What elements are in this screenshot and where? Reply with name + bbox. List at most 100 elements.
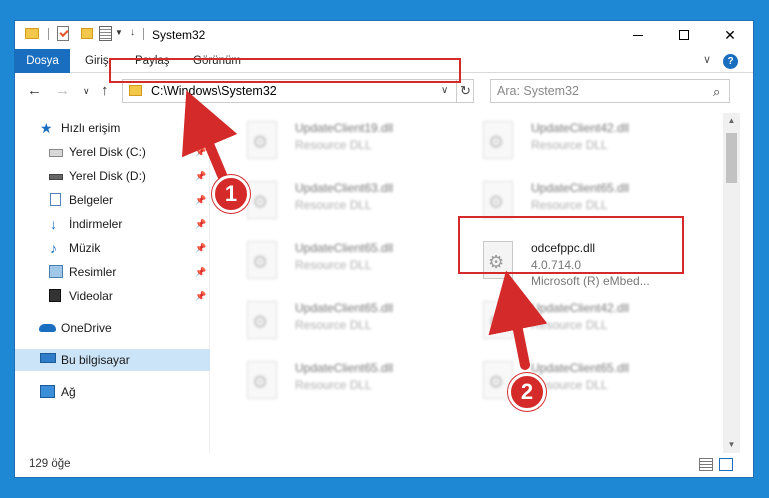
vertical-scrollbar[interactable]: ▲ ▼ [723, 113, 740, 453]
file-description: Resource DLL [295, 198, 372, 212]
file-description: Resource DLL [295, 318, 372, 332]
sidebar-item-quick-access[interactable]: ★ Hızlı erişim [15, 117, 210, 139]
pin-icon[interactable]: 📌 [195, 285, 206, 307]
dll-file-icon [247, 301, 277, 339]
file-name: UpdateClient42.dll [531, 301, 630, 315]
divider [143, 28, 144, 40]
file-name: UpdateClient19.dll [295, 121, 394, 135]
navigation-pane: ★ Hızlı erişim Yerel Disk (C:) 📌 Yerel D… [15, 113, 210, 453]
sidebar-item-downloads[interactable]: ↓ İndirmeler 📌 [15, 213, 210, 235]
list-item[interactable]: UpdateClient65.dll Resource DLL [461, 357, 691, 405]
sidebar-item-onedrive[interactable]: OneDrive [15, 317, 210, 339]
maximize-button[interactable] [661, 21, 707, 49]
pin-icon[interactable]: 📌 [195, 141, 206, 163]
download-icon: ↓ [50, 216, 57, 232]
pin-icon[interactable]: 📌 [195, 165, 206, 187]
document-icon [50, 193, 61, 206]
minimize-button[interactable] [615, 21, 661, 49]
list-item[interactable]: UpdateClient65.dll Resource DLL [225, 237, 455, 285]
help-icon[interactable]: ? [723, 54, 738, 69]
sidebar-item-label: Müzik [69, 241, 101, 255]
maximize-icon [679, 30, 689, 40]
search-placeholder: Ara: System32 [497, 84, 579, 98]
pin-icon[interactable]: 📌 [195, 261, 206, 283]
chevron-down-icon[interactable]: ▼ [115, 28, 123, 37]
sidebar-item-documents[interactable]: Belgeler 📌 [15, 189, 210, 211]
sidebar-item-network[interactable]: Ağ [15, 381, 210, 403]
sidebar-item-this-pc[interactable]: Bu bilgisayar [15, 349, 210, 371]
refresh-button[interactable]: ↻ [456, 80, 474, 102]
pin-icon[interactable]: 📌 [195, 189, 206, 211]
file-name: UpdateClient42.dll [531, 121, 630, 135]
sidebar-item-label: Ağ [61, 385, 76, 399]
folder-icon [129, 85, 142, 96]
video-icon [49, 289, 61, 302]
properties-icon[interactable] [99, 26, 112, 41]
close-button[interactable]: ✕ [707, 21, 753, 49]
file-name: UpdateClient65.dll [295, 241, 394, 255]
sidebar-item-music[interactable]: ♪ Müzik 📌 [15, 237, 210, 259]
star-icon: ★ [40, 120, 53, 136]
tab-file[interactable]: Dosya [15, 49, 70, 73]
disk-icon [49, 149, 63, 157]
file-list: UpdateClient19.dll Resource DLL UpdateCl… [215, 113, 723, 453]
pin-icon[interactable]: 📌 [195, 237, 206, 259]
file-name: UpdateClient65.dll [531, 181, 630, 195]
properties-check-icon[interactable] [57, 26, 69, 41]
scroll-up-icon[interactable]: ▲ [723, 113, 740, 129]
music-icon: ♪ [50, 240, 57, 256]
sidebar-item-disk-c[interactable]: Yerel Disk (C:) 📌 [15, 141, 210, 163]
new-folder-icon[interactable] [81, 28, 93, 39]
list-item[interactable]: UpdateClient63.dll Resource DLL [225, 177, 455, 225]
window-title: System32 [152, 28, 206, 42]
sidebar-item-disk-d[interactable]: Yerel Disk (D:) 📌 [15, 165, 210, 187]
dll-file-icon [483, 121, 513, 159]
customize-toolbar-icon[interactable]: ↓ [130, 27, 135, 38]
scroll-down-icon[interactable]: ▼ [723, 437, 740, 453]
dll-file-icon [247, 181, 277, 219]
disk-icon [49, 174, 63, 180]
step-badge-1: 1 [212, 175, 250, 213]
sidebar-item-videos[interactable]: Videolar 📌 [15, 285, 210, 307]
step-badge-2: 2 [508, 373, 546, 411]
pin-icon[interactable]: 📌 [195, 213, 206, 235]
file-description: Microsoft (R) eMbed... [531, 274, 650, 288]
file-description: Resource DLL [531, 198, 608, 212]
title-bar: ▼ ↓ System32 ✕ [15, 21, 753, 49]
search-input[interactable]: Ara: System32 ⌕ [490, 79, 730, 103]
list-item[interactable]: UpdateClient42.dll Resource DLL [461, 297, 691, 345]
minimize-icon [633, 34, 643, 36]
list-item[interactable]: UpdateClient65.dll Resource DLL [225, 297, 455, 345]
recent-locations-button[interactable]: ∨ [83, 86, 90, 97]
sidebar-item-label: Resimler [69, 265, 117, 279]
file-name: UpdateClient65.dll [295, 301, 394, 315]
tab-home[interactable]: Giriş [85, 49, 109, 73]
item-count: 129 öğe [29, 458, 71, 470]
forward-button[interactable]: → [55, 82, 70, 99]
list-item[interactable]: UpdateClient19.dll Resource DLL [225, 117, 455, 165]
dll-file-icon [483, 181, 513, 219]
sidebar-item-label: Hızlı erişim [61, 121, 121, 135]
list-item[interactable]: UpdateClient42.dll Resource DLL [461, 117, 691, 165]
sidebar-item-label: Yerel Disk (C:) [69, 145, 146, 159]
file-description: Resource DLL [531, 138, 608, 152]
address-path[interactable]: C:\Windows\System32 [151, 84, 277, 98]
back-button[interactable]: ← [27, 82, 42, 99]
file-name: UpdateClient63.dll [295, 181, 394, 195]
details-view-icon[interactable] [699, 458, 713, 471]
list-item[interactable]: UpdateClient65.dll Resource DLL [225, 357, 455, 405]
cloud-icon [39, 324, 56, 332]
up-button[interactable]: ↑ [101, 82, 109, 99]
sidebar-item-pictures[interactable]: Resimler 📌 [15, 261, 210, 283]
sidebar-item-label: Videolar [69, 289, 113, 303]
picture-icon [49, 265, 63, 278]
large-icons-view-icon[interactable] [719, 458, 733, 471]
scroll-thumb[interactable] [726, 133, 737, 183]
sidebar-item-label: Yerel Disk (D:) [69, 169, 146, 183]
network-icon [40, 385, 55, 398]
chevron-down-icon[interactable]: ∨ [441, 85, 448, 96]
sidebar-item-label: OneDrive [61, 321, 112, 335]
file-highlight-box [458, 216, 684, 274]
expand-ribbon-icon[interactable]: ∨ [703, 53, 711, 66]
dll-file-icon [247, 121, 277, 159]
